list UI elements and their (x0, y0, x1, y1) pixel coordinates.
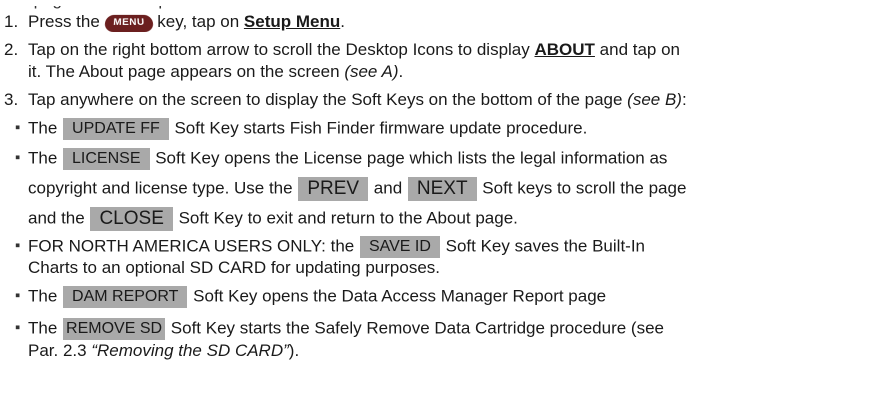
bullet-5-text-b: Soft Key starts the Safely Remove Data C… (166, 318, 665, 338)
bullet-2-text-e: Soft keys to scroll the page (477, 178, 687, 198)
step-1-text-a: Press the (28, 12, 105, 31)
bullet-1-text-b: Soft Key starts Fish Finder firmware upd… (169, 118, 588, 138)
bullet-5-text-a: The (28, 318, 63, 338)
bullet-5-text-c: Par. 2.3 (28, 341, 92, 360)
step-2-number: 2. (4, 40, 19, 59)
bullet-2-line-3: and the CLOSE Soft Key to exit and retur… (28, 207, 518, 231)
bullet-3-line-1: FOR NORTH AMERICA USERS ONLY: the SAVE I… (28, 236, 645, 258)
bullet-4-text-a: The (28, 286, 63, 306)
bullet-1-text: The UPDATE FF Soft Key starts Fish Finde… (28, 118, 587, 140)
bullet-3-marker: ▪ (15, 237, 21, 254)
update-ff-softkey: UPDATE FF (63, 118, 169, 140)
bullet-2-text-a: The (28, 148, 63, 168)
save-id-softkey: SAVE ID (359, 236, 440, 258)
step-2-line-1: Tap on the right bottom arrow to scroll … (28, 40, 680, 60)
bullet-2-text-f: and the (28, 208, 90, 228)
step-2-text-b: and tap on (594, 40, 681, 59)
bullet-5-text-d: ). (288, 341, 300, 360)
setup-menu-link: Setup Menu (243, 12, 341, 31)
step-1-text-c: . (340, 12, 345, 31)
bullet-2-line-1: The LICENSE Soft Key opens the License p… (28, 148, 667, 170)
bullet-2-text-c: copyright and license type. Use the (28, 178, 298, 198)
manual-page: on page of the Setup Menu 1. Press the M… (0, 0, 895, 393)
bullet-2-text-b: Soft Key opens the License page which li… (150, 148, 668, 168)
step-2-text-a: Tap on the right bottom arrow to scroll … (28, 40, 535, 59)
step-3-text: Tap anywhere on the screen to display th… (28, 90, 687, 110)
bullet-4-marker: ▪ (15, 287, 21, 304)
about-link: ABOUT (534, 40, 595, 59)
bullet-3-text-b: Soft Key saves the Built-In (440, 236, 646, 256)
step-3-number: 3. (4, 90, 19, 109)
bullet-1-text-a: The (28, 118, 63, 138)
step-3-text-a: Tap anywhere on the screen to display th… (28, 90, 628, 109)
top-crop-mask (0, 0, 895, 6)
removing-sd-card-ref: “Removing the SD CARD” (91, 341, 289, 360)
close-softkey: CLOSE (90, 207, 173, 231)
bullet-5-line-1: The REMOVE SD Soft Key starts the Safely… (28, 318, 664, 340)
menu-key-icon: MENU (103, 14, 154, 32)
see-b-ref: (see B) (627, 90, 682, 109)
prev-softkey: PREV (298, 177, 369, 201)
step-2-text-c: it. The About page appears on the screen (28, 62, 345, 81)
bullet-1-marker: ▪ (15, 119, 21, 136)
bullet-3-line-2: Charts to an optional SD CARD for updati… (28, 258, 441, 277)
bullet-2-text-d: and (369, 178, 407, 198)
remove-sd-softkey: REMOVE SD (63, 318, 166, 340)
step-2-line-2: it. The About page appears on the screen… (28, 62, 403, 82)
dam-report-softkey: DAM REPORT (63, 286, 188, 308)
next-softkey: NEXT (407, 177, 477, 201)
license-softkey: LICENSE (63, 148, 150, 170)
bullet-2-marker: ▪ (15, 149, 21, 166)
bullet-3-text-a: FOR NORTH AMERICA USERS ONLY: the (28, 236, 359, 256)
see-a-ref: (see A) (344, 62, 399, 81)
step-1-text: Press the MENU key, tap on Setup Menu. (28, 12, 345, 32)
bullet-5-line-2: Par. 2.3 “Removing the SD CARD”). (28, 341, 299, 361)
step-1-number: 1. (4, 12, 19, 31)
bullet-2-text-g: Soft Key to exit and return to the About… (173, 208, 518, 228)
step-2-text-d: . (398, 62, 404, 81)
bullet-5-marker: ▪ (15, 319, 21, 336)
step-3-text-b: : (681, 90, 687, 109)
step-1-text-b: key, tap on (152, 12, 244, 31)
bullet-2-line-2: copyright and license type. Use the PREV… (28, 177, 686, 201)
bullet-4-text: The DAM REPORT Soft Key opens the Data A… (28, 286, 606, 308)
bullet-4-text-b: Soft Key opens the Data Access Manager R… (188, 286, 607, 306)
